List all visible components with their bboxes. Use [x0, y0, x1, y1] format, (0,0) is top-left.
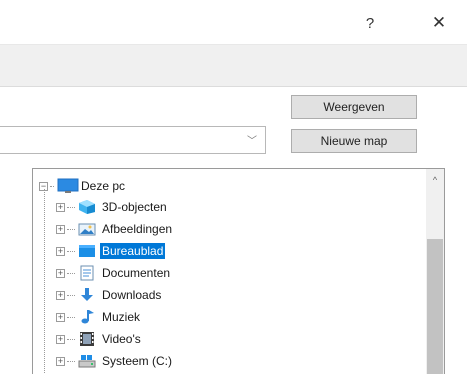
help-button[interactable]: ?: [355, 10, 385, 36]
expand-icon[interactable]: +: [56, 224, 65, 234]
3d-objects-icon: [78, 199, 96, 215]
pictures-icon: [78, 221, 96, 237]
expand-icon[interactable]: +: [56, 246, 65, 256]
music-icon: [78, 309, 96, 325]
tree-item-label: Systeem (C:): [102, 354, 173, 368]
tree-scrollbar[interactable]: ^: [426, 169, 444, 374]
folder-tree[interactable]: ^ − Deze pc + 3D-objecten + Afbeeldingen…: [32, 168, 445, 374]
tree-connector: [50, 185, 54, 187]
tree-guide-line: [44, 189, 45, 374]
scroll-up-arrow-icon[interactable]: ^: [426, 169, 444, 191]
tree-item-label: Documenten: [102, 266, 171, 280]
tree-item-this-pc[interactable]: − Deze pc: [39, 176, 127, 196]
tree-item-label: Video's: [102, 332, 141, 346]
tree-item-documents[interactable]: + Documenten: [56, 263, 172, 283]
expand-icon[interactable]: +: [56, 356, 65, 366]
show-button[interactable]: Weergeven: [291, 95, 417, 119]
downloads-icon: [78, 287, 96, 303]
new-folder-button[interactable]: Nieuwe map: [291, 129, 417, 153]
scroll-thumb[interactable]: [427, 239, 443, 374]
expand-icon[interactable]: +: [56, 334, 65, 344]
tree-item-label: Deze pc: [81, 179, 126, 193]
expand-icon[interactable]: +: [56, 290, 65, 300]
tree-connector: [67, 228, 75, 230]
tree-connector: [67, 272, 75, 274]
chevron-down-icon[interactable]: ﹀: [245, 132, 259, 147]
documents-icon: [78, 265, 96, 281]
tree-connector: [67, 206, 75, 208]
tree-item-label: Bureaublad: [100, 243, 166, 259]
expand-icon[interactable]: +: [56, 202, 65, 212]
this-pc-icon: [57, 178, 79, 194]
tree-item-pictures[interactable]: + Afbeeldingen: [56, 219, 174, 239]
videos-icon: [78, 331, 96, 347]
drive-icon: [78, 353, 96, 369]
tree-item-label: 3D-objecten: [102, 200, 167, 214]
expand-icon[interactable]: +: [56, 312, 65, 322]
expand-icon[interactable]: +: [56, 268, 65, 278]
tree-connector: [67, 250, 75, 252]
tree-item-videos[interactable]: + Video's: [56, 329, 143, 349]
tree-item-3d-objects[interactable]: + 3D-objecten: [56, 197, 169, 217]
dialog-header-band: [0, 45, 467, 87]
tree-connector: [67, 294, 75, 296]
tree-connector: [67, 338, 75, 340]
tree-connector: [67, 316, 75, 318]
location-combobox[interactable]: ﹀: [0, 126, 266, 154]
tree-item-downloads[interactable]: + Downloads: [56, 285, 163, 305]
tree-item-label: Downloads: [102, 288, 162, 302]
tree-item-desktop[interactable]: + Bureaublad: [56, 241, 166, 261]
tree-item-system-drive[interactable]: + Systeem (C:): [56, 351, 174, 371]
tree-connector: [67, 360, 75, 362]
desktop-icon: [78, 243, 96, 259]
tree-item-label: Muziek: [102, 310, 141, 324]
close-button[interactable]: ✕: [424, 10, 454, 36]
tree-item-label: Afbeeldingen: [102, 222, 173, 236]
tree-item-music[interactable]: + Muziek: [56, 307, 142, 327]
dialog-title-bar: ? ✕: [0, 0, 467, 45]
